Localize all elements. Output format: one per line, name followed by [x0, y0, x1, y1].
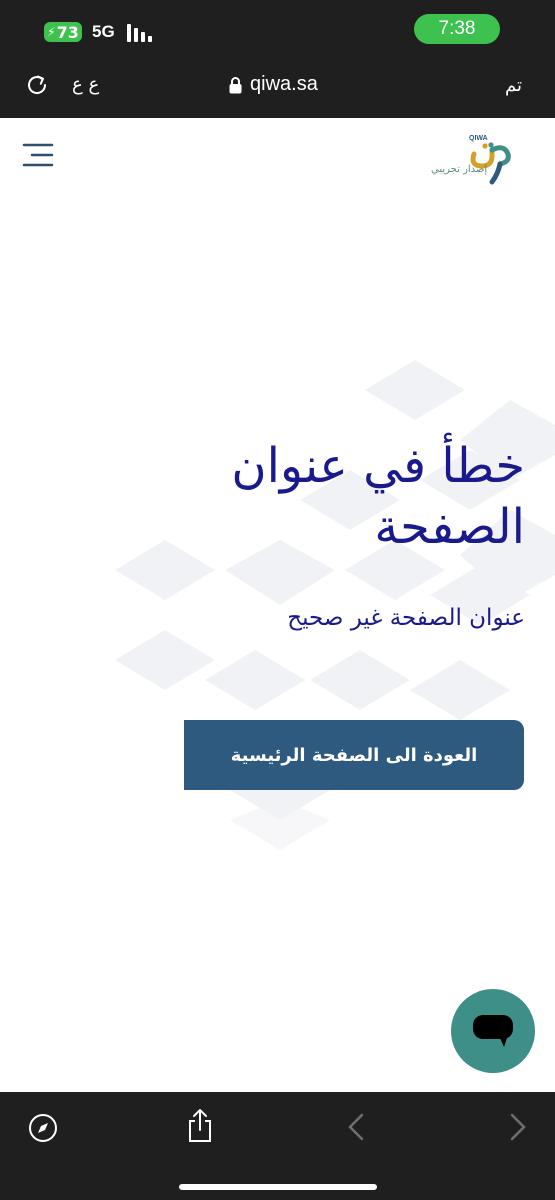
status-time: 7:38 [414, 14, 500, 44]
logo-subtitle: إصدار تجريبي [431, 164, 488, 175]
signal-strength-icon [127, 24, 152, 42]
chat-button[interactable] [451, 989, 535, 1073]
chevron-right-icon[interactable] [508, 1113, 528, 1141]
home-indicator [179, 1184, 377, 1190]
error-subtitle: عنوان الصفحة غير صحيح [287, 605, 525, 631]
battery-level: 73 [56, 22, 79, 42]
menu-icon[interactable] [22, 142, 54, 168]
lock-icon [229, 77, 242, 94]
battery-indicator: ⚡ 73 [44, 22, 82, 42]
site-header: QIWA إصدار تجريبي [0, 118, 555, 198]
text-size-button[interactable]: ع ع [72, 74, 99, 95]
chevron-left-icon[interactable] [346, 1113, 366, 1141]
error-title: خطأ في عنوان الصفحة [231, 438, 525, 556]
qiwa-logo[interactable]: QIWA [430, 128, 512, 188]
chat-bubble-icon [473, 1015, 513, 1047]
url-field[interactable]: qiwa.sa [250, 73, 318, 96]
logo-latin-text: QIWA [469, 135, 488, 142]
browser-url-bar: ع ع qiwa.sa تم [0, 58, 555, 118]
status-bar: ⚡ 73 5G 7:38 [0, 0, 555, 58]
back-to-home-button[interactable]: العودة الى الصفحة الرئيسية [184, 720, 524, 790]
reload-icon[interactable] [24, 72, 50, 98]
share-icon[interactable] [186, 1108, 214, 1144]
network-type: 5G [92, 22, 115, 41]
charging-bolt-icon: ⚡ [47, 25, 56, 39]
compass-icon[interactable] [28, 1113, 58, 1143]
done-button[interactable]: تم [505, 75, 522, 96]
